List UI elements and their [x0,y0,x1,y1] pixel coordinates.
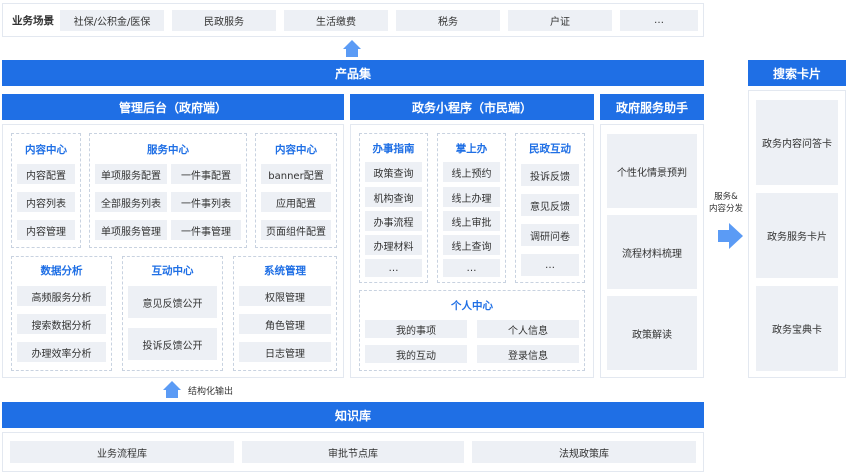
personal-center-title: 个人中心 [451,299,493,312]
personal-center-item[interactable]: 我的事项 [365,320,467,338]
data-analysis-title: 数据分析 [40,264,83,277]
scene-item[interactable]: 生活缴费 [284,10,388,31]
service-center-item[interactable]: 单项服务配置 [95,164,167,184]
content-center-1-item[interactable]: 内容列表 [17,192,75,212]
guide-item[interactable]: … [365,259,422,277]
guide-title: 办事指南 [372,142,415,155]
assistant-item[interactable]: 个性化情景预判 [607,134,697,208]
assistant-item[interactable]: 政策解读 [607,296,697,370]
interaction-center-title: 互动中心 [151,264,194,277]
search-cards-title: 搜索卡片 [748,60,846,86]
assistant-item[interactable]: 流程材料梳理 [607,215,697,289]
knowledge-item[interactable]: 法规政策库 [472,441,696,463]
service-center-title: 服务中心 [147,143,189,156]
arrow-up-icon [163,381,181,390]
service-center-item[interactable]: 全部服务列表 [95,192,167,212]
handy-title: 掌上办 [455,142,488,155]
handy-item[interactable]: 线上审批 [443,211,500,231]
service-center-item[interactable]: 一件事列表 [171,192,241,212]
system-mgmt-item[interactable]: 角色管理 [239,314,331,334]
service-center-item[interactable]: 单项服务管理 [95,220,167,240]
system-mgmt-item[interactable]: 日志管理 [239,342,331,362]
data-analysis-item[interactable]: 搜索数据分析 [17,314,106,334]
scene-item[interactable]: 税务 [396,10,500,31]
content-center-2-item[interactable]: 页面组件配置 [261,220,331,240]
handy-item[interactable]: … [443,259,500,277]
scene-item[interactable]: 社保/公积金/医保 [60,10,164,31]
guide-item[interactable]: 机构查询 [365,187,422,207]
handy-item[interactable]: 线上办理 [443,187,500,207]
civic-item[interactable]: 投诉反馈 [521,164,579,186]
scene-item[interactable]: 民政服务 [172,10,276,31]
guide-item[interactable]: 政策查询 [365,162,422,182]
interaction-center-item[interactable]: 意见反馈公开 [128,286,217,318]
knowledge-item[interactable]: 审批节点库 [242,441,464,463]
knowledge-title-bar: 知识库 [2,402,704,428]
content-center-2-item[interactable]: 应用配置 [261,192,331,212]
miniapp-title-bar: 政务小程序（市民端） [350,94,594,120]
service-center-item[interactable]: 一件事管理 [171,220,241,240]
service-center-item[interactable]: 一件事配置 [171,164,241,184]
civic-item[interactable]: 意见反馈 [521,194,579,216]
arrow-right-icon [718,223,743,249]
content-center-1-item[interactable]: 内容配置 [17,164,75,184]
structured-output-label: 结构化输出 [188,386,234,397]
content-center-2-item[interactable]: banner配置 [261,164,331,184]
content-center-1-item[interactable]: 内容管理 [17,220,75,240]
system-mgmt-item[interactable]: 权限管理 [239,286,331,306]
knowledge-item[interactable]: 业务流程库 [10,441,234,463]
scene-item[interactable]: 户证 [508,10,612,31]
scenes-label: 业务场景 [12,14,54,27]
civic-item[interactable]: … [521,254,579,276]
arrow-stem [346,49,358,57]
assistant-title-bar: 政府服务助手 [600,94,704,120]
arrow-up-icon [343,40,361,49]
personal-center-item[interactable]: 个人信息 [477,320,579,338]
data-analysis-item[interactable]: 办理效率分析 [17,342,106,362]
civic-item[interactable]: 调研问卷 [521,224,579,246]
arrow-stem [166,390,178,398]
civic-title: 民政互动 [529,142,571,155]
admin-title-bar: 管理后台（政府端） [2,94,344,120]
content-center-2-title: 内容中心 [275,143,317,156]
system-mgmt-title: 系统管理 [264,264,306,277]
product-set-bar: 产品集 [2,60,704,86]
personal-center-item[interactable]: 登录信息 [477,345,579,363]
content-center-1-title: 内容中心 [25,143,67,156]
distribute-label: 服务& 内容分发 [708,192,743,214]
data-analysis-item[interactable]: 高频服务分析 [17,286,106,306]
guide-item[interactable]: 办理材料 [365,235,422,255]
search-card-item[interactable]: 政务服务卡片 [756,193,838,278]
search-card-item[interactable]: 政务内容问答卡 [756,100,838,185]
scene-item[interactable]: … [620,10,698,31]
interaction-center-item[interactable]: 投诉反馈公开 [128,328,217,360]
guide-item[interactable]: 办事流程 [365,211,422,231]
handy-item[interactable]: 线上预约 [443,162,500,182]
personal-center-item[interactable]: 我的互动 [365,345,467,363]
search-card-item[interactable]: 政务宝典卡 [756,286,838,371]
handy-item[interactable]: 线上查询 [443,235,500,255]
